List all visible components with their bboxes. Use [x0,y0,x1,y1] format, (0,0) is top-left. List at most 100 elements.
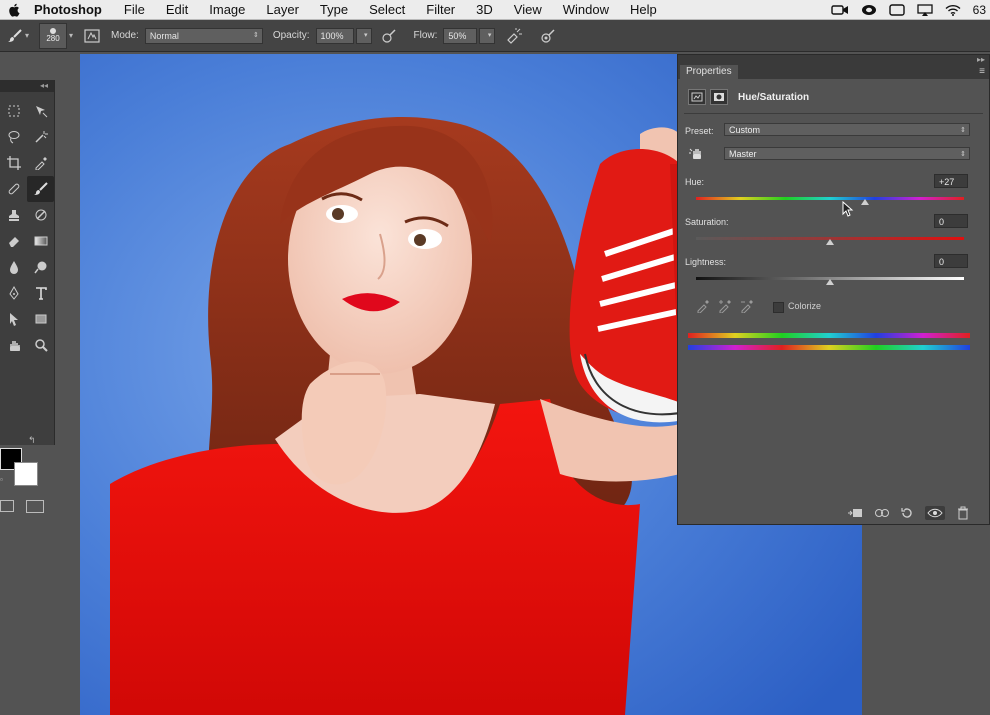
menu-file[interactable]: File [124,2,145,17]
screen-mode-icon[interactable] [26,500,44,513]
brush-tool-icon[interactable] [27,176,54,202]
apple-logo-icon[interactable] [8,3,22,17]
menu-help[interactable]: Help [630,2,657,17]
menu-image[interactable]: Image [209,2,245,17]
menu-3d[interactable]: 3D [476,2,493,17]
channel-value: Master [729,149,757,159]
eyedropper-tool-icon[interactable] [27,150,54,176]
airbrush-icon[interactable] [505,27,523,45]
panel-collapse-icon[interactable]: ▸▸ [678,55,989,65]
flow-field[interactable]: 50% [443,27,478,44]
pen-tool-icon[interactable] [0,280,27,306]
eyedropper-icon[interactable] [696,299,710,318]
display-icon[interactable] [888,4,905,16]
menu-edit[interactable]: Edit [166,2,188,17]
menu-window[interactable]: Window [563,2,609,17]
hue-slider[interactable] [696,197,964,200]
tool-preset-arrow-icon[interactable]: ▾ [25,31,29,40]
opacity-value: 100% [320,30,344,41]
crop-tool-icon[interactable] [0,150,27,176]
hue-slider-thumb[interactable] [861,199,869,205]
wifi-icon[interactable] [945,4,961,16]
zoom-tool-icon[interactable] [27,332,54,358]
saturation-value-field[interactable]: 0 [934,214,968,228]
opacity-label: Opacity: [272,30,310,41]
tab-properties[interactable]: Properties [680,65,738,79]
visibility-icon[interactable] [925,506,945,520]
menu-select[interactable]: Select [369,2,405,17]
swap-colors-icon[interactable]: ↰ [28,435,36,446]
type-tool-icon[interactable] [27,280,54,306]
flow-slider-toggle[interactable]: ▾ [479,27,496,44]
menu-layer[interactable]: Layer [266,2,299,17]
facetime-icon[interactable] [830,4,849,16]
brush-preset-arrow-icon[interactable]: ▾ [69,31,73,40]
menu-type[interactable]: Type [320,2,348,17]
background-color-swatch[interactable] [14,462,38,486]
preset-value: Custom [729,125,761,135]
colorize-checkbox[interactable] [773,302,784,313]
output-color-bar [688,345,970,350]
reset-icon[interactable] [899,506,915,520]
opacity-field[interactable]: 100% [315,27,354,44]
clone-stamp-tool-icon[interactable] [0,202,27,228]
pressure-opacity-icon[interactable] [380,27,398,45]
preset-dropdown[interactable]: Custom ⇕ [724,123,970,136]
hue-value-field[interactable]: +27 [934,174,968,188]
lightness-value: 0 [939,257,945,267]
panel-menu-icon[interactable]: ≡ [979,65,985,79]
clip-to-layer-icon[interactable] [847,506,863,520]
shape-tool-icon[interactable] [27,306,54,332]
view-previous-icon[interactable] [873,506,889,520]
divider [684,113,983,114]
channel-dropdown[interactable]: Master ⇕ [724,147,970,160]
chevron-down-icon: ▾ [364,31,368,39]
brush-size-value: 280 [46,34,60,43]
move-tool-icon[interactable] [27,98,54,124]
eraser-tool-icon[interactable] [0,228,27,254]
magic-wand-tool-icon[interactable] [27,124,54,150]
flow-value: 50% [448,30,467,41]
airplay-icon[interactable] [916,4,933,16]
menu-view[interactable]: View [514,2,542,17]
adjustment-layer-icon[interactable] [688,89,706,105]
lightness-slider-thumb[interactable] [826,279,834,285]
hue-label: Hue: [685,177,705,187]
mask-icon[interactable] [710,89,728,105]
opacity-slider-toggle[interactable]: ▾ [355,27,372,44]
tools-panel-collapse-icon[interactable]: ◂◂ [0,80,54,92]
menu-filter[interactable]: Filter [426,2,455,17]
brush-icon[interactable] [6,27,24,45]
brush-preset-picker[interactable]: 280 [39,22,68,49]
saturation-slider-thumb[interactable] [826,239,834,245]
mode-value: Normal [149,30,179,41]
quick-mask-icon[interactable] [0,500,14,512]
eyedropper-subtract-icon[interactable] [740,299,754,318]
healing-brush-tool-icon[interactable] [0,176,27,202]
mode-dropdown[interactable]: Normal ⇕ [144,27,263,44]
default-colors-icon[interactable]: ▫ [0,475,3,484]
gradient-tool-icon[interactable] [27,228,54,254]
preset-label: Preset: [685,126,714,136]
eyedropper-add-icon[interactable] [718,299,732,318]
history-brush-tool-icon[interactable] [27,202,54,228]
lightness-value-field[interactable]: 0 [934,254,968,268]
pressure-size-icon[interactable] [539,27,557,45]
toggle-brush-panel-icon[interactable] [83,27,101,45]
creative-cloud-icon[interactable] [861,4,877,16]
hand-tool-icon[interactable] [0,332,27,358]
saturation-label: Saturation: [685,217,729,227]
chevron-down-icon: ⇕ [960,151,966,158]
menu-app-name[interactable]: Photoshop [34,2,102,17]
battery-level[interactable]: 63 [973,3,986,17]
chevron-down-icon: ▾ [487,31,492,39]
dodge-tool-icon[interactable] [27,254,54,280]
tools-grid [0,98,54,358]
marquee-tool-icon[interactable] [0,98,27,124]
lasso-tool-icon[interactable] [0,124,27,150]
path-selection-tool-icon[interactable] [0,306,27,332]
targeted-adjustment-icon[interactable] [688,145,706,163]
trash-icon[interactable] [955,506,971,520]
blur-tool-icon[interactable] [0,254,27,280]
saturation-value: 0 [939,217,945,227]
